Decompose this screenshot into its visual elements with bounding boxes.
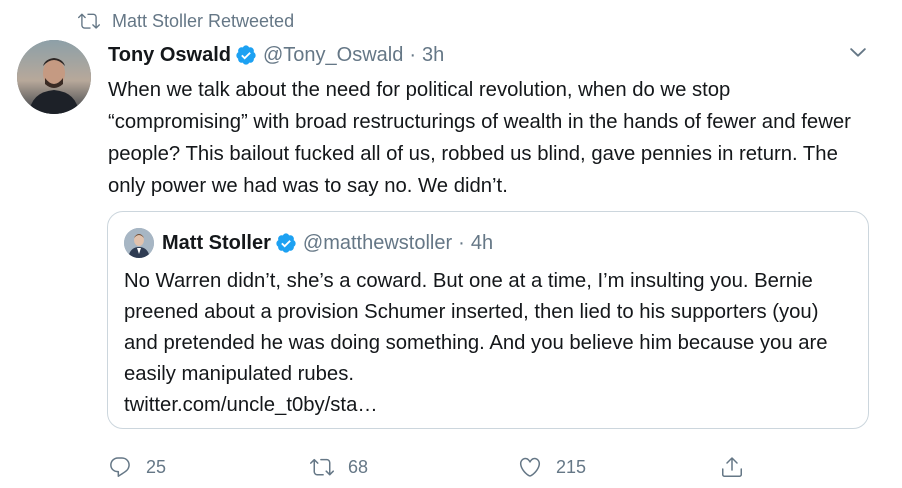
quoted-separator: · <box>458 231 465 254</box>
retweet-context-label[interactable]: Matt Stoller Retweeted <box>112 11 294 32</box>
reply-button[interactable]: 25 <box>108 455 166 479</box>
separator: · <box>409 43 417 66</box>
verified-badge-icon <box>235 44 257 66</box>
quoted-timestamp[interactable]: 4h <box>471 232 493 255</box>
heart-icon <box>518 455 542 479</box>
verified-badge-icon <box>275 232 297 254</box>
retweet-icon <box>78 10 100 32</box>
share-icon <box>720 455 744 479</box>
retweet-button[interactable]: 68 <box>310 455 368 479</box>
author-name[interactable]: Tony Oswald <box>108 44 231 67</box>
avatar[interactable] <box>17 40 91 114</box>
quoted-header: Matt Stoller @matthewstoller · 4h <box>162 228 493 258</box>
like-button[interactable]: 215 <box>518 455 586 479</box>
reply-icon <box>108 455 132 479</box>
quoted-text-block: No Warren didn’t, she’s a coward. But on… <box>124 266 854 421</box>
quoted-author-handle[interactable]: @matthewstoller <box>303 232 452 255</box>
tweet-actions: 25 68 215 <box>108 452 748 482</box>
like-count: 215 <box>556 456 587 477</box>
quoted-avatar[interactable] <box>124 228 154 258</box>
timestamp[interactable]: 3h <box>422 44 444 67</box>
tweet-header: Tony Oswald @Tony_Oswald · 3h <box>108 40 842 70</box>
quoted-tweet[interactable]: Matt Stoller @matthewstoller · 4h No War… <box>107 211 869 429</box>
retweet-icon <box>310 455 334 479</box>
share-button[interactable] <box>720 455 758 479</box>
retweet-count: 68 <box>348 456 369 477</box>
chevron-down-icon[interactable] <box>844 38 872 66</box>
quoted-author-name[interactable]: Matt Stoller <box>162 232 271 255</box>
reply-count: 25 <box>146 456 167 477</box>
tweet-text: When we talk about the need for politica… <box>108 79 851 197</box>
quoted-link[interactable]: twitter.com/uncle_t0by/sta… <box>124 394 378 416</box>
author-handle[interactable]: @Tony_Oswald <box>263 44 403 67</box>
quoted-tweet-text: No Warren didn’t, she’s a coward. But on… <box>124 270 828 385</box>
retweet-context: Matt Stoller Retweeted <box>78 8 294 34</box>
